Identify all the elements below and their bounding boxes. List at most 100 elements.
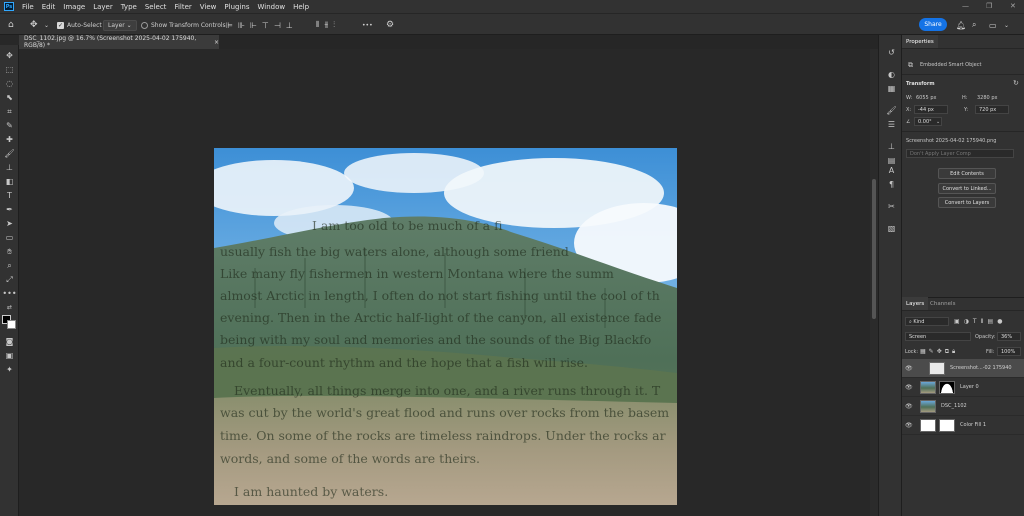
align-center-icon[interactable]: ⊪ [238,21,250,30]
document-tab[interactable]: DSC_1102.jpg @ 16.7% (Screenshot 2025-04… [19,35,219,49]
y-position-field[interactable]: 720 px [975,105,1009,114]
lock-icons[interactable]: ▦✎✥⧉🔒︎ [920,348,958,356]
quick-mask-icon[interactable]: ◙ [4,336,15,347]
menu-layer[interactable]: Layer [89,3,117,11]
menu-plugins[interactable]: Plugins [220,3,253,11]
visibility-eye-icon[interactable]: 👁︎ [905,422,915,429]
eraser-tool-icon[interactable]: ◧ [4,176,15,187]
close-tab-icon[interactable]: × [214,39,219,46]
layer-row[interactable]: 👁︎ Color Fill 1 [902,416,1024,435]
convert-to-layers-button[interactable]: Convert to Layers [938,197,996,208]
menu-help[interactable]: Help [289,3,313,11]
visibility-eye-icon[interactable]: 👁︎ [905,403,915,410]
share-button[interactable]: Share [919,18,947,31]
align-right-icon[interactable]: ⊩ [250,21,262,30]
tool-preset-chevron-icon[interactable]: ⌄ [44,19,49,31]
layer-row[interactable]: 👁︎ Layer 0 [902,378,1024,397]
workspace-icon[interactable]: ▭ [989,19,997,31]
brushes-icon[interactable]: 🖌︎ [886,105,897,116]
auto-select-target-dropdown[interactable]: Layer ⌄ [103,19,137,31]
clone-source-icon[interactable]: ⊥ [886,141,897,152]
brush-tool-icon[interactable]: 🖌︎ [4,148,15,159]
crop-tool-icon[interactable]: ⌗ [4,106,15,117]
paragraph-icon[interactable]: ¶ [886,179,897,190]
angle-chevron-icon[interactable]: ⌄ [936,119,940,125]
align-icons-group[interactable]: ⊫ ⊪ ⊩ ⊤ ⊣ ⊥ [226,19,298,31]
path-selection-tool-icon[interactable]: ➤ [4,218,15,229]
marquee-tool-icon[interactable]: ⬚ [4,64,15,75]
move-tool-icon[interactable]: ✥ [4,50,15,61]
lasso-tool-icon[interactable]: ◌ [4,78,15,89]
zoom-tool-icon[interactable]: ⌕ [4,260,15,271]
home-icon[interactable]: ⌂ [8,19,14,31]
menu-window[interactable]: Window [253,3,289,11]
distribute-right-icon[interactable]: ⫶ [333,20,340,30]
layer-comp-dropdown[interactable]: Don't Apply Layer Comp [906,149,1014,158]
fill-field[interactable]: 100% [997,347,1021,356]
distribute-icons-group[interactable]: ⫴ ⫵ ⫶ [316,19,340,31]
close-window-icon[interactable]: ✕ [1010,2,1016,10]
type-tool-icon[interactable]: T [4,190,15,201]
document-image[interactable]: I am too old to be much of a fi usually … [214,148,677,505]
more-tools-icon[interactable]: ••• [2,288,16,299]
menu-view[interactable]: View [196,3,221,11]
width-value[interactable]: 6055 px [916,95,936,101]
search-icon[interactable]: ⌕ [972,19,976,31]
edit-toolbar-icon[interactable]: ⤢ [4,274,15,285]
reset-transform-icon[interactable]: ↻ [1013,79,1019,87]
restore-icon[interactable]: ❐ [986,2,992,10]
distribute-center-icon[interactable]: ⫵ [324,20,333,30]
menu-edit[interactable]: Edit [38,3,60,11]
menu-file[interactable]: File [18,3,38,11]
edit-contents-button[interactable]: Edit Contents [938,168,996,179]
distribute-left-icon[interactable]: ⫴ [316,20,324,30]
notes-icon[interactable]: ▧ [886,223,897,234]
minimize-icon[interactable]: — [962,2,969,10]
convert-to-linked-button[interactable]: Convert to Linked... [938,183,996,194]
menu-filter[interactable]: Filter [170,3,195,11]
layer-row[interactable]: 👁︎ Screenshot...-02 175940 [902,359,1024,378]
menu-type[interactable]: Type [117,3,141,11]
more-options-button[interactable]: ••• [362,19,373,31]
show-transform-controls-checkbox[interactable]: Show Transform Controls [141,19,226,31]
opacity-field[interactable]: 36% [997,332,1021,341]
gear-icon[interactable]: ⚙ [386,19,394,31]
object-selection-tool-icon[interactable]: ⬉ [4,92,15,103]
visibility-eye-icon[interactable]: 👁︎ [905,365,915,372]
notification-bell-icon[interactable]: 🔔︎ [956,19,966,31]
layer-filter-kind-dropdown[interactable]: ⌕ Kind [905,317,949,326]
vertical-scrollbar[interactable] [870,49,878,516]
background-color-swatch[interactable] [7,320,16,329]
menu-select[interactable]: Select [141,3,171,11]
layer-filter-icons[interactable]: ▣◑TⅡ▤● [954,318,1006,325]
align-middle-icon[interactable]: ⊣ [274,21,286,30]
history-icon[interactable]: ↺ [886,47,897,58]
pen-tool-icon[interactable]: ✒ [4,204,15,215]
character-icon[interactable]: A [886,165,897,176]
color-icon[interactable]: ◐ [886,69,897,80]
rectangle-tool-icon[interactable]: ▭ [4,232,15,243]
healing-brush-tool-icon[interactable]: ✚ [4,134,15,145]
move-tool-icon[interactable]: ✥ [30,19,38,31]
workspace-chevron-icon[interactable]: ⌄ [1004,19,1009,31]
blend-mode-dropdown[interactable]: Screen [905,332,971,341]
layer-row[interactable]: 👁︎ DSC_1102 [902,397,1024,416]
height-value[interactable]: 3280 px [977,95,997,101]
adjustments-icon[interactable]: ☰ [886,119,897,130]
tab-properties[interactable]: Properties [902,35,938,48]
hand-tool-icon[interactable]: ✋︎ [4,246,15,257]
generative-icon[interactable]: ✦ [4,364,15,375]
align-left-icon[interactable]: ⊫ [226,21,238,30]
menu-image[interactable]: Image [59,3,89,11]
eyedropper-tool-icon[interactable]: ✎ [4,120,15,131]
scrollbar-thumb[interactable] [872,179,876,319]
screen-mode-icon[interactable]: ▣ [4,350,15,361]
align-top-icon[interactable]: ⊤ [262,21,274,30]
auto-select-checkbox[interactable]: ✓ Auto-Select [57,19,102,31]
x-position-field[interactable]: -44 px [914,105,948,114]
clone-stamp-tool-icon[interactable]: ⊥ [4,162,15,173]
tools-icon[interactable]: ✂ [886,201,897,212]
tab-channels[interactable]: Channels [926,297,959,310]
swatches-icon[interactable]: ▦ [886,83,897,94]
swap-colors-icon[interactable]: ⇄ [4,302,15,313]
